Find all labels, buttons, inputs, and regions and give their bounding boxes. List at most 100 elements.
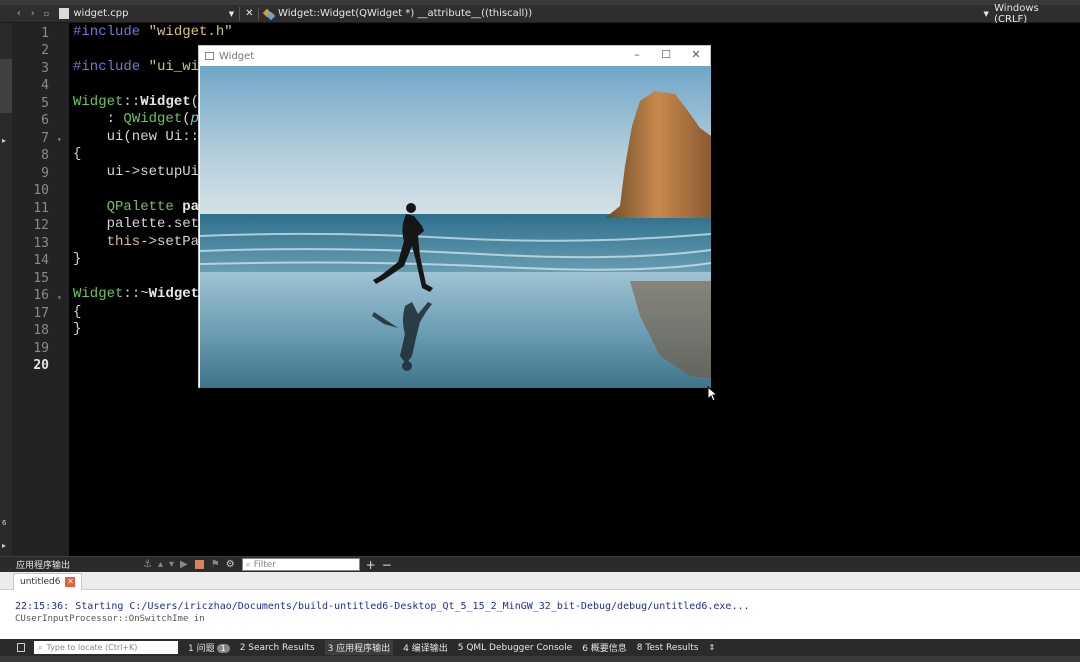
line-number: 6 — [41, 113, 49, 128]
code-line-6: : QWidget(pa — [73, 111, 208, 128]
expand-arrow-icon[interactable]: ▸ — [2, 541, 6, 550]
file-combo-chevron-down-icon[interactable]: ▼ — [227, 5, 235, 23]
code-line-16: Widget::~Widget — [73, 286, 199, 303]
line-number: 13 — [33, 236, 49, 251]
symbol-combo[interactable]: Widget::Widget(QWidget *) __attribute__(… — [278, 5, 981, 23]
gear-icon[interactable]: ⚙ — [226, 559, 235, 570]
fold-arrow-icon[interactable]: ▾ — [57, 293, 62, 302]
code-line-9: ui->setupUi( — [73, 164, 208, 180]
fold-arrow-icon[interactable]: ▾ — [57, 135, 62, 144]
code-token: ::~ — [123, 286, 149, 302]
code-line-5: Widget::Widget( — [73, 94, 199, 111]
code-token: QWidget — [123, 111, 183, 127]
line-number: 5 — [41, 96, 49, 111]
toolbar-divider — [258, 6, 260, 21]
minimize-icon[interactable]: – — [622, 48, 652, 61]
line-number: 16 — [33, 288, 49, 303]
tab-label: untitled6 — [20, 577, 61, 587]
debug-icon[interactable]: ⚑ — [211, 559, 220, 570]
code-line-14: } — [73, 251, 82, 267]
widget-window[interactable]: Widget – ☐ ✕ — [198, 45, 711, 388]
locate-input[interactable]: ⌕ Type to locate (Ctrl+K) — [34, 641, 178, 654]
more-tabs-chevron-icon[interactable]: ⇕ — [708, 643, 715, 652]
status-bar: ⌕ Type to locate (Ctrl+K) 1 问题 1 2 Search … — [0, 639, 1080, 656]
tab-general-messages[interactable]: 6 概要信息 — [582, 641, 627, 654]
line-number: 8 — [41, 148, 49, 163]
application-output-text[interactable]: 22:15:36: Starting C:/Users/iriczhao/Doc… — [0, 590, 1080, 639]
stop-icon[interactable] — [194, 560, 204, 569]
line-number: 19 — [33, 341, 49, 356]
output-pane-title: 应用程序输出 — [16, 561, 71, 571]
mode-selector-bar: ▸ 6 ▸ — [0, 23, 12, 556]
file-name-combo[interactable]: widget.cpp — [73, 5, 227, 23]
file-icon — [59, 8, 70, 19]
code-token: #include — [73, 24, 141, 40]
search-icon: ⌕ — [245, 559, 251, 570]
close-tab-icon[interactable]: ✕ — [65, 577, 76, 587]
attach-debugger-icon[interactable]: ⚓ — [143, 559, 152, 570]
tab-application-output[interactable]: 3 应用程序输出 — [324, 640, 394, 655]
code-line-3: #include "ui_wid — [73, 59, 207, 76]
line-ending-combo[interactable]: Windows (CRLF) — [991, 3, 1080, 25]
tab-search-results[interactable]: 2 Search Results — [240, 643, 315, 653]
line-ending-chevron-down-icon[interactable]: ▼ — [981, 5, 991, 23]
line-number-gutter: 1 2 3 4 5 6 7 8 9 10 11 12 13 14 15 16 1… — [12, 23, 69, 556]
code-token: ( — [182, 111, 191, 127]
code-token: :: — [123, 94, 141, 110]
line-number: 10 — [33, 183, 49, 198]
tab-qml-debugger-console[interactable]: 5 QML Debugger Console — [458, 643, 572, 653]
close-file-icon[interactable]: ✕ — [244, 5, 254, 23]
code-token: QPalette — [106, 199, 174, 215]
code-token: : — [73, 111, 124, 127]
remove-icon[interactable]: − — [382, 558, 392, 572]
search-icon: ⌕ — [38, 642, 43, 652]
output-tab-strip: untitled6 ✕ — [0, 572, 1080, 590]
code-token: Widget — [73, 286, 124, 302]
output-pane-header: 应用程序输出 ⚓ ▴ ▾ ▶ ⚑ ⚙ ⌕ Filter + − — [0, 556, 1080, 572]
locate-placeholder: Type to locate (Ctrl+K) — [46, 643, 138, 652]
tab-untitled6[interactable]: untitled6 ✕ — [13, 573, 83, 590]
code-line-17: { — [73, 304, 82, 320]
issues-count-badge: 1 — [216, 644, 230, 653]
line-number: 3 — [41, 61, 49, 76]
line-number: 17 — [33, 306, 49, 321]
back-arrow-icon[interactable]: ‹ — [12, 5, 26, 23]
code-token: "widget.h" — [140, 24, 233, 40]
code-line-8: { — [73, 146, 82, 162]
code-line-12: palette.setB — [73, 216, 208, 232]
window-icon — [205, 52, 214, 60]
line-number: 15 — [33, 271, 49, 286]
mode-label-6: 6 — [2, 519, 7, 527]
line-number: 1 — [41, 26, 49, 41]
line-number: 12 — [33, 218, 49, 233]
code-line-18: } — [73, 321, 82, 337]
line-number-current: 20 — [33, 358, 49, 373]
widget-title: Widget — [219, 50, 255, 62]
editor-toolbar: ‹ › ▫ widget.cpp ▼ ✕ Widget::Widget(QWid… — [0, 3, 1080, 25]
toggle-sidebar-icon[interactable] — [17, 643, 25, 652]
tab-issues[interactable]: 1 问题 1 — [188, 641, 230, 654]
code-line-11: QPalette pal — [73, 199, 208, 216]
tab-compile-output[interactable]: 4 编译输出 — [403, 641, 448, 654]
previous-item-icon[interactable]: ▴ — [158, 559, 163, 570]
code-token: Widget — [140, 94, 191, 110]
class-member-icon — [263, 8, 275, 20]
line-number: 11 — [33, 201, 49, 216]
background-photo — [200, 66, 711, 388]
tab-issues-label: 1 问题 — [188, 644, 215, 654]
mode-highlight — [0, 59, 12, 113]
maximize-icon[interactable]: ☐ — [651, 48, 681, 61]
code-token: ui(new Ui:: — [73, 129, 200, 145]
expand-arrow-icon[interactable]: ▸ — [2, 136, 6, 145]
tab-test-results[interactable]: 8 Test Results — [637, 643, 699, 653]
close-icon[interactable]: ✕ — [681, 48, 711, 61]
run-icon[interactable]: ▶ — [180, 559, 188, 570]
lock-icon: ▫ — [43, 9, 50, 18]
filter-placeholder: Filter — [253, 559, 277, 570]
filter-input[interactable]: ⌕ Filter — [241, 558, 360, 571]
line-number: 4 — [41, 78, 49, 93]
forward-arrow-icon[interactable]: › — [26, 5, 40, 23]
add-icon[interactable]: + — [366, 558, 376, 572]
next-item-icon[interactable]: ▾ — [169, 559, 174, 570]
